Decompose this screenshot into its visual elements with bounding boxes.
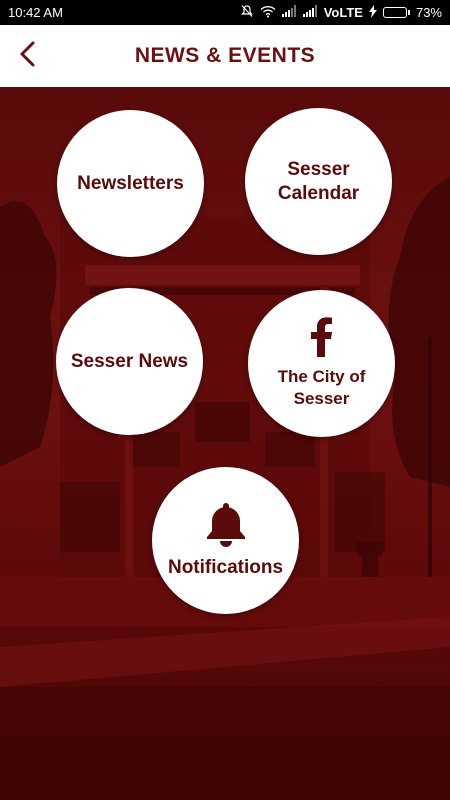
battery-percent: 73%	[415, 5, 442, 20]
sesser-news-label: Sesser News	[70, 350, 189, 372]
notifications-button[interactable]: Notifications	[152, 467, 299, 614]
facebook-icon	[310, 317, 333, 362]
notifications-label: Notifications	[167, 557, 284, 578]
battery-icon	[382, 7, 410, 18]
status-icons: VoLTE 73%	[240, 4, 442, 21]
back-button[interactable]	[14, 41, 42, 72]
status-bar: 10:42 AM VoLTE 73%	[0, 0, 450, 25]
sesser-news-button[interactable]: Sesser News	[56, 288, 203, 435]
network-type: VoLTE	[323, 5, 363, 20]
sesser-calendar-label: Sesser Calendar	[277, 158, 360, 204]
bell-icon	[204, 501, 248, 552]
chevron-left-icon	[19, 41, 37, 72]
do-not-disturb-icon	[240, 4, 254, 21]
sesser-calendar-button[interactable]: Sesser Calendar	[245, 108, 392, 255]
signal-icon-2	[302, 5, 318, 20]
city-facebook-label: The City of Sesser	[277, 367, 366, 408]
signal-icon-1	[281, 5, 297, 20]
app-header: NEWS & EVENTS	[0, 25, 450, 87]
newsletters-button[interactable]: Newsletters	[57, 110, 204, 257]
main-content: Newsletters Sesser Calendar Sesser News …	[0, 87, 450, 800]
city-facebook-button[interactable]: The City of Sesser	[248, 290, 395, 437]
wifi-icon	[260, 5, 276, 21]
status-time: 10:42 AM	[8, 5, 63, 20]
newsletters-label: Newsletters	[77, 172, 184, 194]
page-title: NEWS & EVENTS	[134, 44, 316, 67]
charging-icon	[368, 4, 377, 21]
